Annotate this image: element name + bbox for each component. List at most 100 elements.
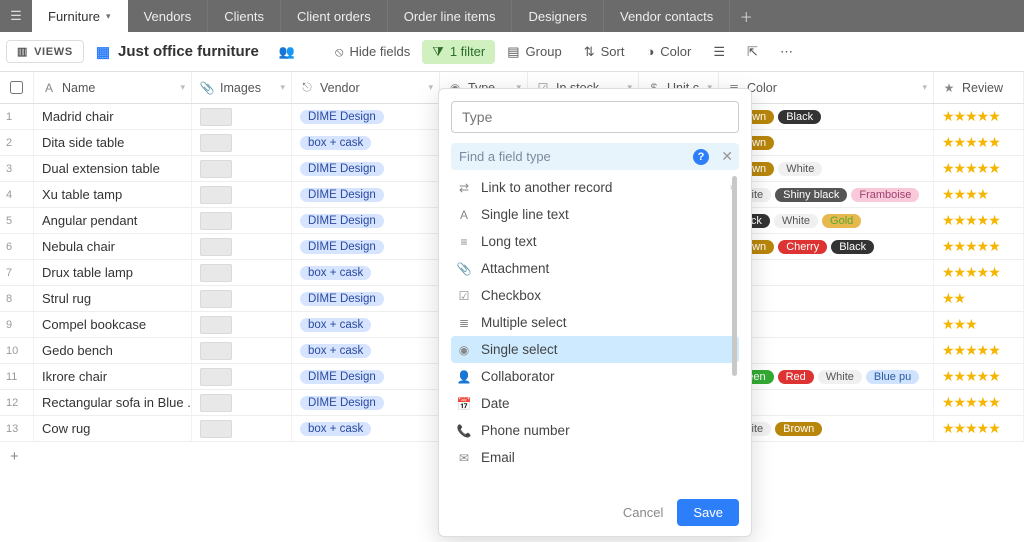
cell-vendor[interactable]: box + cask: [292, 130, 440, 155]
cell-image[interactable]: [192, 208, 292, 233]
scrollbar-thumb[interactable]: [732, 176, 737, 376]
cell-review[interactable]: ★★★★★: [934, 390, 1024, 415]
field-type-multiple-select[interactable]: ≣Multiple select: [451, 309, 739, 336]
cell-name[interactable]: Xu table tamp: [34, 182, 192, 207]
cell-review[interactable]: ★★★★: [934, 182, 1024, 207]
cell-name[interactable]: Dita side table: [34, 130, 192, 155]
field-type-attachment[interactable]: 📎Attachment: [451, 255, 739, 282]
views-switcher[interactable]: ▥ VIEWS: [6, 40, 84, 63]
field-type-collaborator[interactable]: 👤Collaborator: [451, 363, 739, 390]
field-type-single-select[interactable]: ◉Single select: [451, 336, 739, 363]
cell-image[interactable]: [192, 260, 292, 285]
field-type-email[interactable]: ✉Email: [451, 444, 739, 471]
cell-review[interactable]: ★★★★★: [934, 234, 1024, 259]
cell-review[interactable]: ★★: [934, 286, 1024, 311]
cell-vendor[interactable]: DIME Design: [292, 208, 440, 233]
cell-name[interactable]: Dual extension table: [34, 156, 192, 181]
col-header-review[interactable]: ★Review: [934, 72, 1024, 103]
tab-vendors[interactable]: Vendors: [128, 0, 209, 32]
add-table-button[interactable]: ＋: [730, 0, 762, 32]
field-type-search[interactable]: Find a field type ? ✕: [451, 143, 739, 170]
vendor-pill: DIME Design: [300, 370, 384, 384]
cell-review[interactable]: ★★★★★: [934, 208, 1024, 233]
current-view[interactable]: ▦ Just office furniture: [86, 43, 269, 61]
color-button[interactable]: ◑Color: [636, 40, 701, 63]
cell-image[interactable]: [192, 104, 292, 129]
cell-image[interactable]: [192, 338, 292, 363]
tab-clients[interactable]: Clients: [208, 0, 281, 32]
cell-name[interactable]: Gedo bench: [34, 338, 192, 363]
cell-vendor[interactable]: DIME Design: [292, 104, 440, 129]
close-icon[interactable]: ✕: [721, 148, 733, 165]
tab-client-orders[interactable]: Client orders: [281, 0, 388, 32]
cell-vendor[interactable]: box + cask: [292, 312, 440, 337]
cell-image[interactable]: [192, 234, 292, 259]
cell-image[interactable]: [192, 182, 292, 207]
field-name-input[interactable]: [451, 101, 739, 133]
field-type-date[interactable]: 📅Date: [451, 390, 739, 417]
cell-vendor[interactable]: box + cask: [292, 338, 440, 363]
cell-image[interactable]: [192, 130, 292, 155]
cell-image[interactable]: [192, 364, 292, 389]
field-type-link-to-another-record[interactable]: ⇄Link to another record›: [451, 174, 739, 201]
cell-vendor[interactable]: DIME Design: [292, 364, 440, 389]
cell-vendor[interactable]: box + cask: [292, 416, 440, 441]
cell-review[interactable]: ★★★★★: [934, 416, 1024, 441]
col-header-vendor[interactable]: ⎋Vendor▾: [292, 72, 440, 103]
cell-review[interactable]: ★★★: [934, 312, 1024, 337]
cell-review[interactable]: ★★★★★: [934, 104, 1024, 129]
cell-name[interactable]: Angular pendant: [34, 208, 192, 233]
cell-name[interactable]: Compel bookcase: [34, 312, 192, 337]
cell-image[interactable]: [192, 416, 292, 441]
sort-button[interactable]: ⇅Sort: [574, 40, 635, 64]
tab-vendor-contacts[interactable]: Vendor contacts: [604, 0, 730, 32]
cancel-button[interactable]: Cancel: [623, 505, 663, 520]
field-type-checkbox[interactable]: ☑Checkbox: [451, 282, 739, 309]
cell-review[interactable]: ★★★★★: [934, 364, 1024, 389]
field-type-list[interactable]: ⇄Link to another record›ASingle line tex…: [451, 174, 739, 471]
color-tag: Red: [778, 370, 814, 384]
field-type-icon: 👤: [457, 370, 471, 384]
share-view-button[interactable]: ⇱: [737, 40, 768, 64]
col-header-images[interactable]: 📎Images▾: [192, 72, 292, 103]
field-type-single-line-text[interactable]: ASingle line text: [451, 201, 739, 228]
cell-name[interactable]: Strul rug: [34, 286, 192, 311]
main-menu-button[interactable]: ☰: [0, 0, 32, 32]
cell-vendor[interactable]: DIME Design: [292, 182, 440, 207]
filter-button[interactable]: ⧩1 filter: [422, 40, 495, 64]
cell-vendor[interactable]: box + cask: [292, 260, 440, 285]
cell-vendor[interactable]: DIME Design: [292, 286, 440, 311]
more-button[interactable]: ⋯: [770, 40, 803, 64]
cell-name[interactable]: Drux table lamp: [34, 260, 192, 285]
cell-review[interactable]: ★★★★★: [934, 156, 1024, 181]
cell-image[interactable]: [192, 312, 292, 337]
group-button[interactable]: ▤Group: [497, 40, 571, 64]
cell-review[interactable]: ★★★★★: [934, 130, 1024, 155]
cell-vendor[interactable]: DIME Design: [292, 156, 440, 181]
cell-name[interactable]: Madrid chair: [34, 104, 192, 129]
cell-name[interactable]: Cow rug: [34, 416, 192, 441]
cell-name[interactable]: Rectangular sofa in Blue ...: [34, 390, 192, 415]
cell-image[interactable]: [192, 286, 292, 311]
select-all-checkbox[interactable]: [10, 81, 23, 94]
tab-furniture[interactable]: Furniture▾: [32, 0, 128, 32]
help-icon[interactable]: ?: [693, 149, 709, 165]
save-button[interactable]: Save: [677, 499, 739, 526]
select-all-header[interactable]: [0, 72, 34, 103]
cell-vendor[interactable]: DIME Design: [292, 390, 440, 415]
cell-review[interactable]: ★★★★★: [934, 260, 1024, 285]
tab-order-line-items[interactable]: Order line items: [388, 0, 513, 32]
cell-image[interactable]: [192, 390, 292, 415]
row-height-button[interactable]: ☰: [703, 40, 735, 64]
cell-name[interactable]: Ikrore chair: [34, 364, 192, 389]
cell-review[interactable]: ★★★★★: [934, 338, 1024, 363]
col-header-name[interactable]: AName▾: [34, 72, 192, 103]
cell-name[interactable]: Nebula chair: [34, 234, 192, 259]
field-type-phone-number[interactable]: 📞Phone number: [451, 417, 739, 444]
cell-image[interactable]: [192, 156, 292, 181]
hide-fields-button[interactable]: ⦸Hide fields: [325, 40, 420, 64]
tab-designers[interactable]: Designers: [512, 0, 604, 32]
cell-vendor[interactable]: DIME Design: [292, 234, 440, 259]
collaborators-icon[interactable]: 👥: [271, 44, 303, 60]
field-type-long-text[interactable]: ≡Long text: [451, 228, 739, 255]
